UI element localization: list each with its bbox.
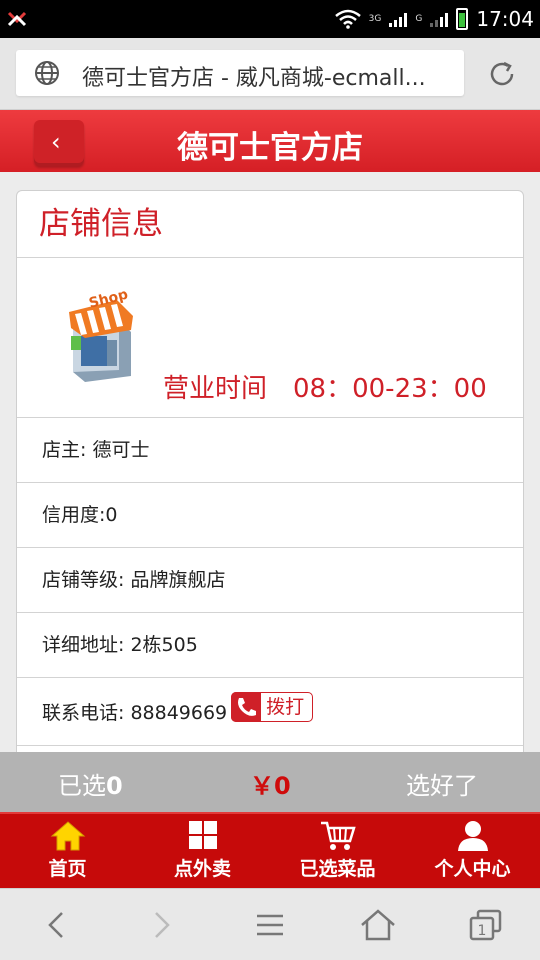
owner-row: 店主: 德可士 <box>17 418 523 483</box>
clock: 17:04 <box>476 7 534 31</box>
cart-icon <box>320 821 356 850</box>
app-header: ‹ 德可士官方店 <box>0 110 540 172</box>
bottom-tab-bar: 首页 点外卖 已选菜品 个人中心 <box>0 812 540 888</box>
svg-text:1: 1 <box>478 923 487 939</box>
reload-icon[interactable] <box>486 58 518 90</box>
hours-value: 08：00-23：00 <box>293 374 487 404</box>
battery-icon <box>456 8 469 30</box>
shop-icon: Shop <box>69 287 133 382</box>
home-icon <box>50 821 85 851</box>
phone-row: 联系电话: 88849669 拨打 <box>17 678 523 746</box>
grid-icon <box>188 821 217 849</box>
call-button[interactable]: 拨打 <box>231 691 314 722</box>
page-title-url: 德可士官方店 - 威凡商城-ecmall... <box>82 66 426 91</box>
wifi-icon <box>334 9 361 29</box>
call-label: 拨打 <box>266 695 305 718</box>
tab-home[interactable]: 首页 <box>0 814 135 888</box>
selected-count: 已选0 <box>58 766 123 801</box>
shop-summary: Shop 营业时间 08：00-23：00 <box>17 258 523 418</box>
network-type-3g: 3G <box>368 14 382 24</box>
tab-profile[interactable]: 个人中心 <box>405 814 540 888</box>
browser-forward-icon[interactable] <box>142 909 182 941</box>
credit-row: 信用度:0 <box>17 483 523 548</box>
tab-profile-label: 个人中心 <box>434 858 511 880</box>
status-bar: 3G G 17:04 <box>0 0 540 38</box>
home-nav-icon[interactable] <box>358 909 398 941</box>
checkout-button[interactable]: 选好了 <box>406 766 478 801</box>
selected-number: 0 <box>106 772 123 800</box>
tab-takeout[interactable]: 点外卖 <box>135 814 270 888</box>
hours-label: 营业时间 <box>163 374 268 404</box>
address-bar[interactable]: 德可士官方店 - 威凡商城-ecmall... <box>16 50 464 96</box>
network-type-g: G <box>415 14 423 24</box>
person-icon <box>457 821 488 851</box>
store-info-card: 店铺信息 Shop 营业时间 08：00-23：00 店主: 德可士 信用度:0 … <box>16 190 524 790</box>
globe-icon <box>35 61 59 85</box>
card-title: 店铺信息 <box>17 191 523 258</box>
phone-icon <box>231 691 262 722</box>
tab-selected-dishes[interactable]: 已选菜品 <box>270 814 405 888</box>
selected-label: 已选 <box>58 772 106 800</box>
business-hours: 营业时间 08：00-23：00 <box>163 368 487 405</box>
phone-text: 联系电话: 88849669 <box>42 702 228 724</box>
address-row: 详细地址: 2栋505 <box>17 613 523 678</box>
signal-g-icon <box>430 11 449 27</box>
system-navigation-bar: 1 <box>0 888 540 960</box>
tabs-switcher-icon[interactable]: 1 <box>466 909 506 941</box>
signal-3g-icon <box>389 11 408 27</box>
menu-icon[interactable] <box>250 909 290 941</box>
tab-home-label: 首页 <box>48 858 87 880</box>
tab-selected-dishes-label: 已选菜品 <box>299 858 376 880</box>
app-notification-icon <box>7 11 27 27</box>
tab-takeout-label: 点外卖 <box>173 858 231 880</box>
selection-summary-bar: 已选0 ￥0 选好了 <box>0 752 540 812</box>
browser-back-icon[interactable] <box>36 909 76 941</box>
store-level-row: 店铺等级: 品牌旗舰店 <box>17 548 523 613</box>
browser-toolbar: 德可士官方店 - 威凡商城-ecmall... <box>0 38 540 110</box>
total-price: ￥0 <box>250 772 291 800</box>
page-title: 德可士官方店 <box>177 130 363 166</box>
